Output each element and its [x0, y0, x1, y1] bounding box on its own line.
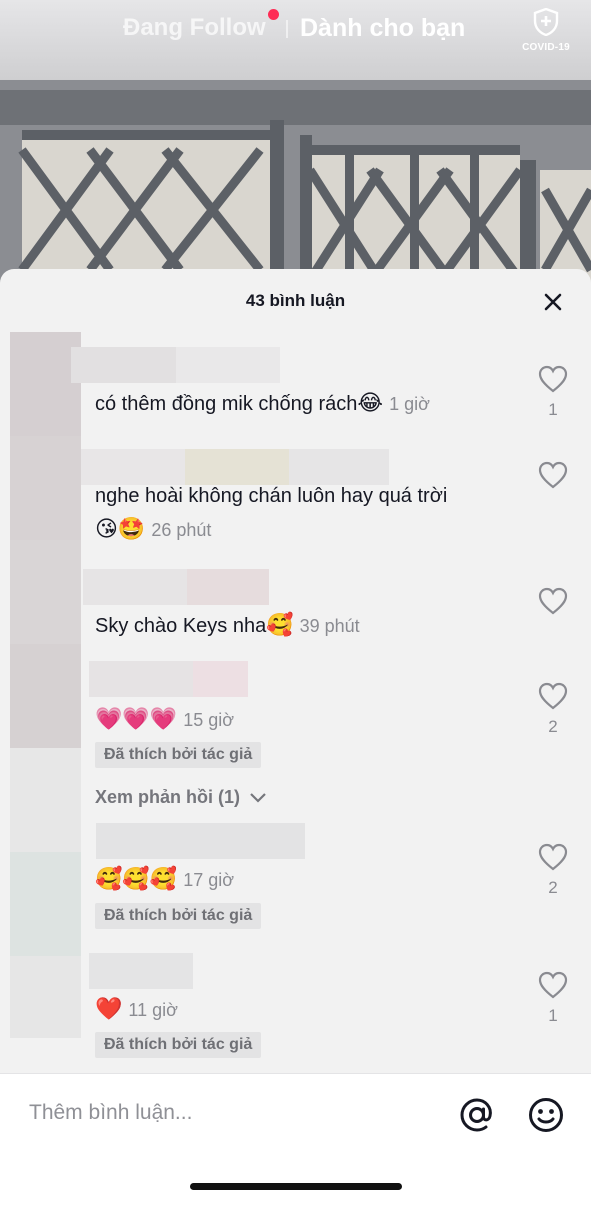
liked-by-author-badge: Đã thích bởi tác giả: [95, 903, 262, 929]
like-button[interactable]: 1: [537, 365, 569, 420]
close-icon[interactable]: [540, 289, 566, 315]
comment-input[interactable]: [27, 1098, 431, 1128]
username-redacted: [289, 449, 389, 485]
username-redacted[interactable]: [96, 823, 305, 859]
username-redacted[interactable]: [89, 661, 193, 697]
covid-info-button[interactable]: COVID-19: [520, 7, 572, 53]
comment-text: có thêm đồng mik chống rách😂 1 giờ: [95, 391, 430, 416]
top-navigation: Đang Follow Dành cho bạn COVID-19: [0, 0, 591, 60]
avatar[interactable]: [10, 540, 81, 644]
tab-divider: [286, 20, 288, 38]
comment-emoji-line: 💗💗💗 15 giờ: [95, 707, 235, 732]
like-button[interactable]: [537, 587, 569, 620]
avatar[interactable]: [10, 956, 81, 1038]
username-redacted[interactable]: [83, 569, 187, 605]
comment-time: 26 phút: [151, 520, 212, 540]
comment-time: 1 giờ: [389, 394, 430, 414]
heart-outline-icon: [538, 682, 568, 710]
username-redacted[interactable]: [71, 347, 176, 383]
liked-by-author-badge: Đã thích bởi tác giả: [95, 742, 262, 768]
like-button[interactable]: 2: [537, 843, 569, 898]
emoji-icon[interactable]: [527, 1096, 565, 1134]
heart-outline-icon: [538, 461, 568, 489]
avatar[interactable]: [10, 644, 81, 748]
like-count: 1: [548, 400, 558, 419]
username-redacted: [185, 449, 289, 485]
avatar[interactable]: [10, 852, 81, 956]
chevron-down-icon: [250, 793, 266, 803]
heart-outline-icon: [538, 587, 568, 615]
home-indicator: [190, 1183, 402, 1190]
heart-outline-icon: [538, 365, 568, 393]
comment-time: 15 giờ: [183, 710, 235, 730]
comment-time: 11 giờ: [128, 1000, 178, 1020]
like-count: 2: [548, 717, 558, 736]
username-redacted: [187, 569, 269, 605]
like-count: 1: [548, 1006, 558, 1025]
username-redacted: [176, 347, 280, 383]
username-redacted[interactable]: [89, 953, 193, 989]
comment-text: Sky chào Keys nha🥰 39 phút: [95, 613, 360, 638]
avatar[interactable]: [10, 748, 81, 852]
notification-dot: [268, 9, 279, 20]
view-replies-button[interactable]: Xem phản hồi (1): [95, 787, 267, 808]
shield-icon: [533, 7, 559, 37]
comment-composer: [0, 1073, 591, 1205]
comments-count-title: 43 bình luận: [245, 291, 346, 310]
comment-emoji-line: ❤️ 11 giờ: [95, 997, 178, 1022]
heart-outline-icon: [538, 843, 568, 871]
like-button[interactable]: 1: [537, 971, 569, 1026]
comment-emoji-line: 🥰🥰🥰 17 giờ: [95, 867, 235, 892]
tab-for-you[interactable]: Dành cho bạn: [300, 14, 465, 43]
comment-emoji-line: 😘🤩 26 phút: [95, 517, 212, 542]
like-count: 2: [548, 878, 558, 897]
like-button[interactable]: 2: [537, 682, 569, 737]
comment-time: 17 giờ: [183, 870, 235, 890]
liked-by-author-badge: Đã thích bởi tác giả: [95, 1032, 262, 1058]
comment-time: 39 phút: [299, 616, 360, 636]
mention-icon[interactable]: [458, 1096, 496, 1134]
comments-panel: 43 bình luận có thêm đồng mik chống rách…: [0, 269, 591, 1204]
username-redacted[interactable]: [81, 449, 185, 485]
video-frame-window-grille: [0, 80, 591, 300]
comment-text: nghe hoài không chán luôn hay quá trời: [95, 485, 448, 507]
covid-label: COVID-19: [522, 42, 570, 53]
username-redacted: [193, 661, 248, 697]
heart-outline-icon: [538, 971, 568, 999]
avatar[interactable]: [10, 436, 81, 540]
tab-following[interactable]: Đang Follow: [123, 14, 266, 42]
like-button[interactable]: [537, 461, 569, 494]
